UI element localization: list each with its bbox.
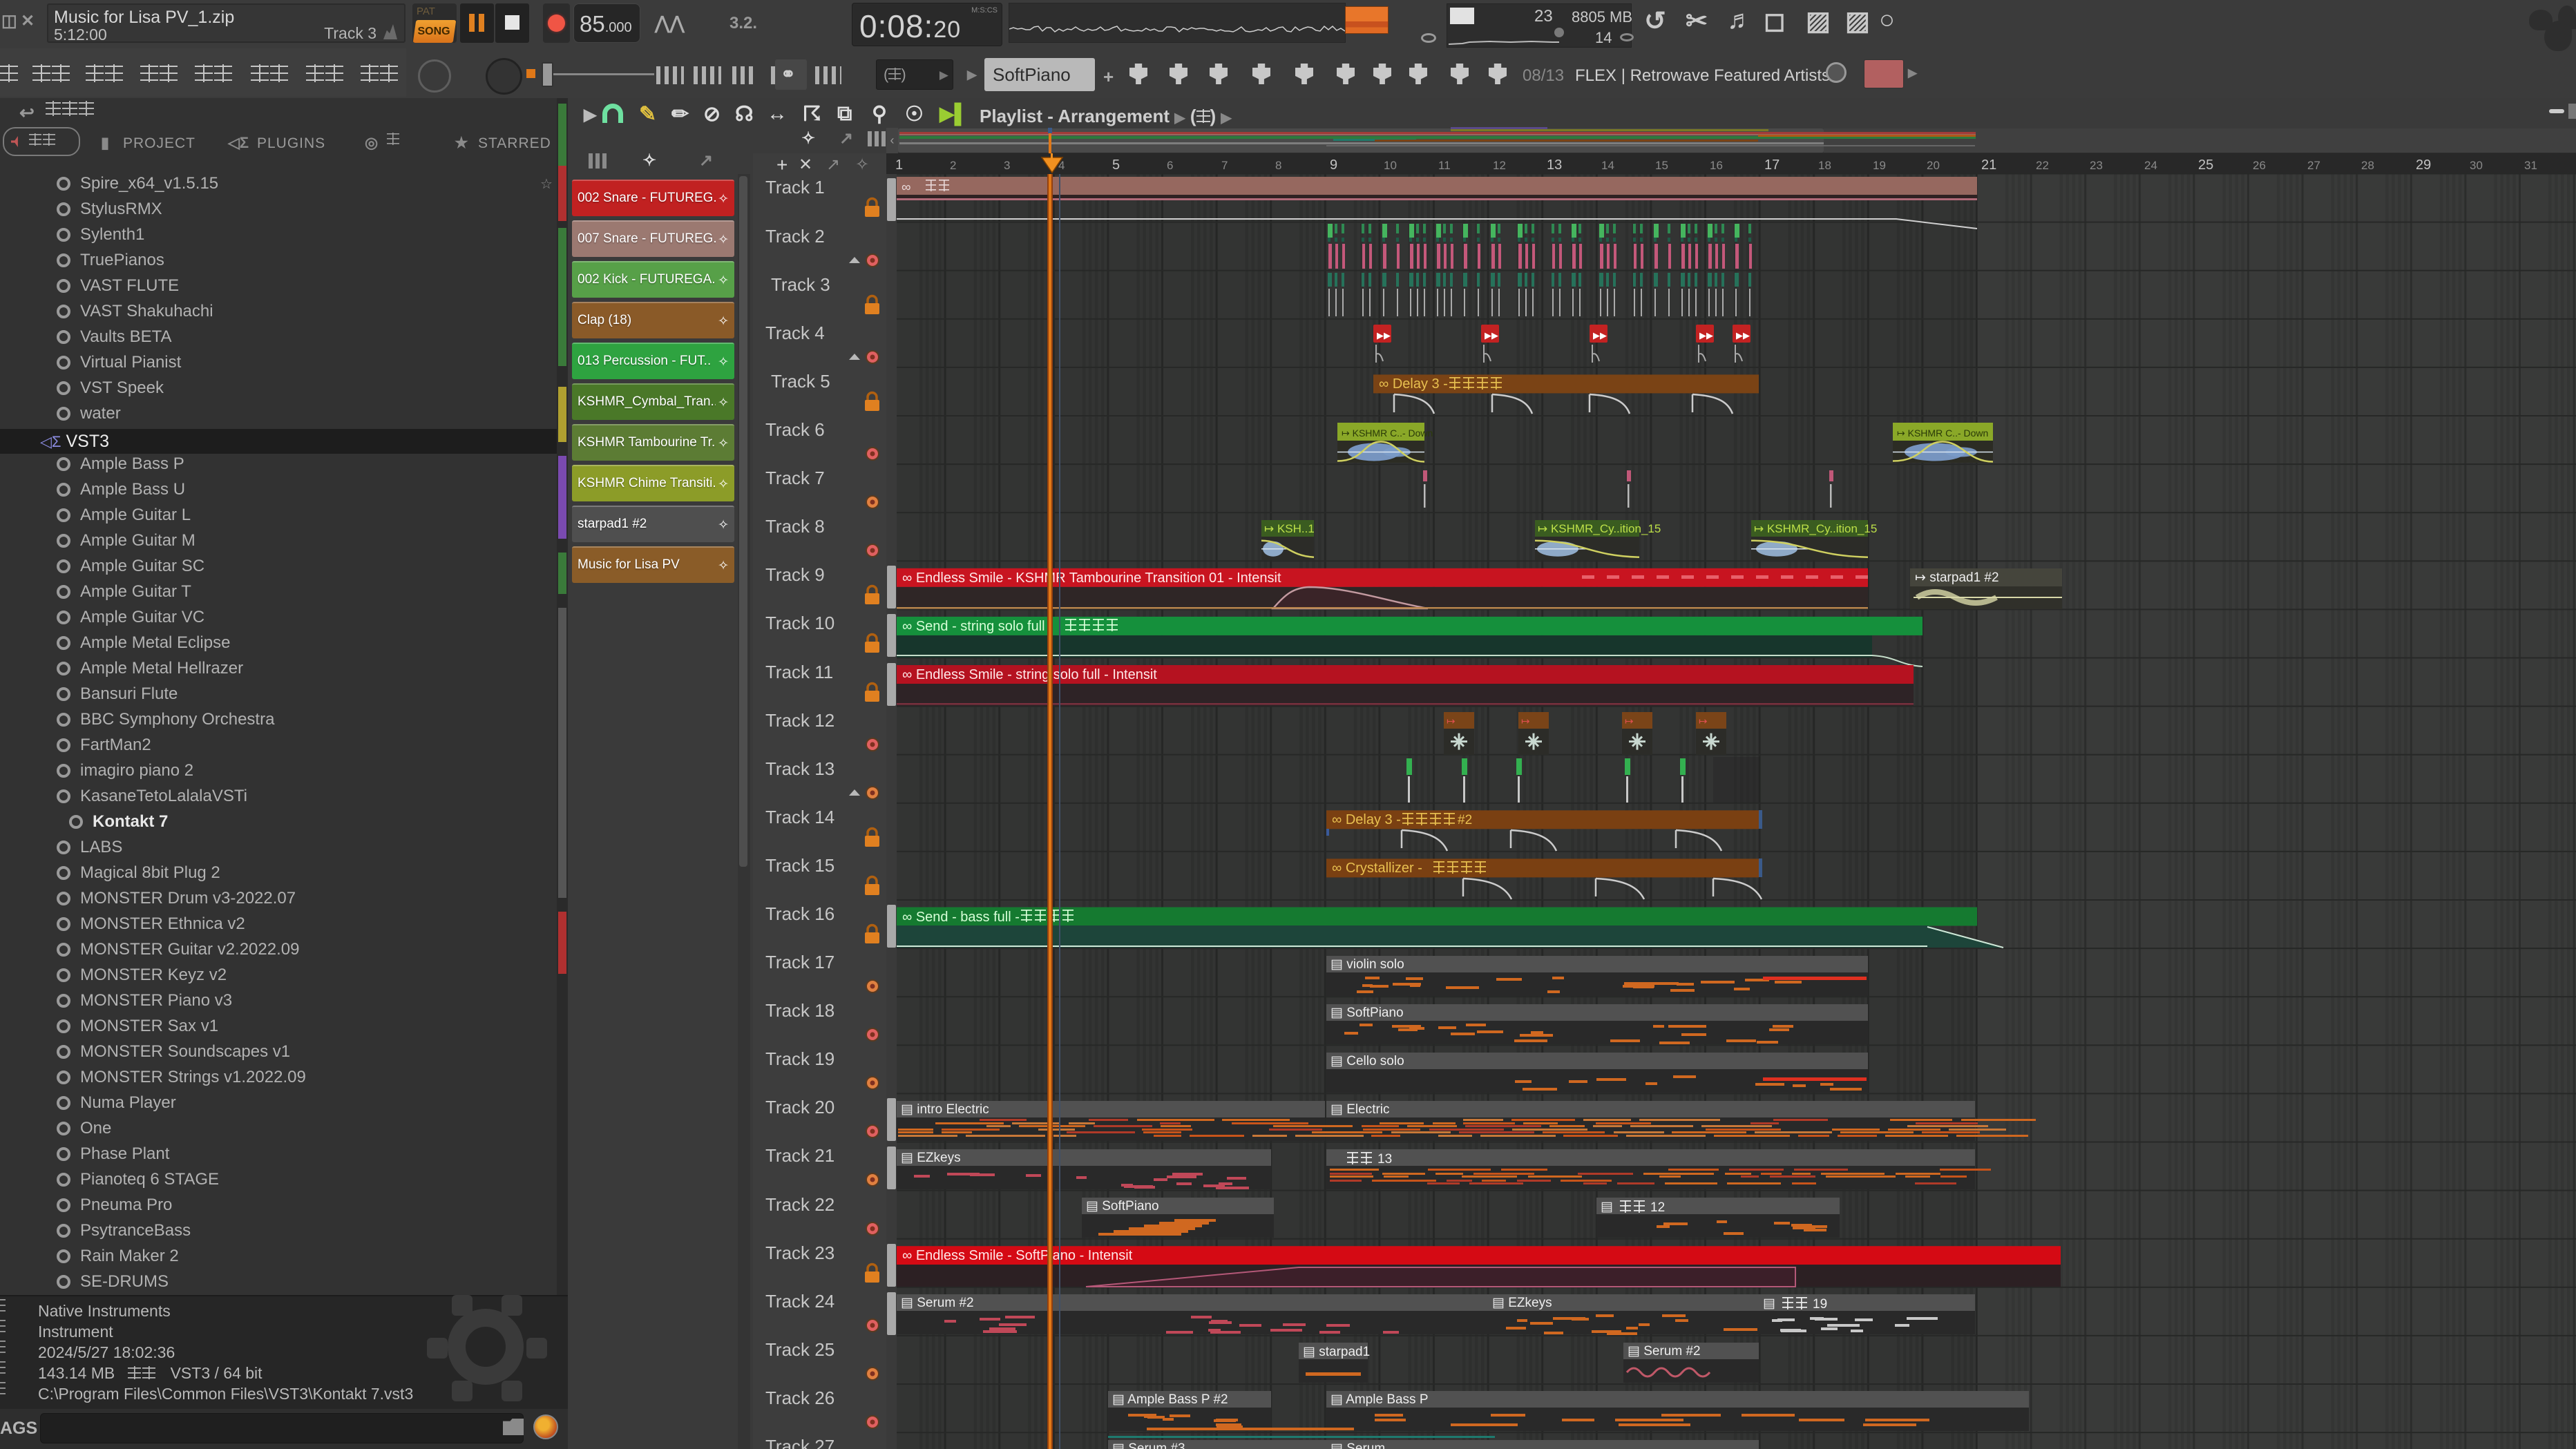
svg-text:↦: ↦: [1625, 716, 1634, 727]
svg-text:↦: ↦: [1447, 716, 1456, 727]
svg-text:Track 6: Track 6: [765, 419, 825, 440]
svg-text:▤ Ample Bass P: ▤ Ample Bass P: [1330, 1392, 1429, 1407]
svg-text:Track 7: Track 7: [765, 468, 825, 488]
svg-text:12: 12: [1650, 1200, 1665, 1215]
svg-text:▤ Ample Bass P #2: ▤ Ample Bass P #2: [1112, 1392, 1228, 1407]
svg-text:Track 20: Track 20: [765, 1097, 834, 1117]
svg-text:▤: ▤: [1601, 1200, 1613, 1214]
svg-text:13: 13: [1377, 1152, 1392, 1167]
svg-text:+: +: [776, 154, 788, 175]
svg-text:↦ KSHMR C..- Down: ↦ KSHMR C..- Down: [1897, 428, 1988, 439]
svg-text:Track 1: Track 1: [765, 177, 825, 198]
svg-text:▶▶: ▶▶: [1736, 330, 1750, 340]
svg-text:▤ Serum: ▤ Serum: [1330, 1441, 1385, 1449]
svg-text:∞ Send - bass full -: ∞ Send - bass full -: [902, 910, 1020, 925]
svg-text:Track 21: Track 21: [765, 1145, 834, 1166]
svg-text:∞ Delay 3 -: ∞ Delay 3 -: [1379, 376, 1448, 392]
svg-text:▤ Serum #2: ▤ Serum #2: [901, 1296, 974, 1310]
svg-text:Track 27: Track 27: [765, 1436, 834, 1449]
svg-text:Track 25: Track 25: [765, 1339, 834, 1360]
svg-text:Track 11: Track 11: [765, 662, 833, 682]
svg-text:↦ KSHMR_Cy..ition_15: ↦ KSHMR_Cy..ition_15: [1538, 522, 1661, 535]
svg-text:Track 17: Track 17: [765, 952, 834, 972]
svg-text:Track 18: Track 18: [765, 1000, 834, 1021]
svg-text:▤ EZkeys: ▤ EZkeys: [901, 1151, 961, 1165]
svg-text:✕: ✕: [799, 155, 812, 174]
svg-text:▤ Electric: ▤ Electric: [1330, 1102, 1390, 1117]
svg-text:Track 16: Track 16: [765, 903, 834, 924]
svg-text:Track 26: Track 26: [765, 1388, 834, 1408]
svg-text:▤ SoftPiano: ▤ SoftPiano: [1330, 1006, 1404, 1020]
svg-text:19: 19: [1813, 1297, 1827, 1312]
svg-text:✧: ✧: [855, 155, 869, 174]
svg-text:Track 19: Track 19: [765, 1048, 834, 1069]
svg-text:Track 24: Track 24: [765, 1291, 834, 1312]
svg-text:↗: ↗: [826, 155, 840, 174]
svg-text:▤ Cello solo: ▤ Cello solo: [1330, 1054, 1404, 1068]
svg-text:Track 3: Track 3: [771, 274, 830, 295]
svg-text:↦: ↦: [1699, 716, 1708, 727]
svg-text:▤ Serum #3: ▤ Serum #3: [1112, 1441, 1185, 1449]
svg-text:∞: ∞: [901, 180, 911, 195]
svg-text:↦ KSHMR_Cy..ition_15: ↦ KSHMR_Cy..ition_15: [1754, 522, 1877, 535]
svg-text:▶▶: ▶▶: [1593, 330, 1607, 340]
svg-text:Track 2: Track 2: [765, 226, 825, 247]
svg-text:▤ Serum #2: ▤ Serum #2: [1628, 1344, 1701, 1359]
svg-text:Track 23: Track 23: [765, 1242, 834, 1263]
svg-text:Track 13: Track 13: [765, 758, 834, 779]
svg-text:#2: #2: [1458, 813, 1472, 827]
svg-text:▤: ▤: [1763, 1296, 1775, 1311]
svg-text:Track 9: Track 9: [765, 564, 825, 585]
svg-text:▶▶: ▶▶: [1699, 330, 1713, 340]
svg-text:∞ Delay 3 -: ∞ Delay 3 -: [1332, 812, 1401, 827]
svg-text:∞ Endless Smile - KSHMR Tambou: ∞ Endless Smile - KSHMR Tambourine Trans…: [902, 570, 1281, 586]
svg-text:▤ EZkeys: ▤ EZkeys: [1492, 1296, 1552, 1310]
svg-text:Track 15: Track 15: [765, 855, 834, 876]
svg-text:↦ starpad1 #2: ↦ starpad1 #2: [1915, 570, 1999, 585]
svg-text:∞ Send - string solo full -: ∞ Send - string solo full -: [902, 619, 1053, 634]
svg-text:▶▶: ▶▶: [1485, 330, 1498, 340]
svg-text:Track 4: Track 4: [765, 323, 825, 343]
svg-text:∞ Crystallizer -: ∞ Crystallizer -: [1332, 861, 1422, 876]
svg-text:↦ KSH..1: ↦ KSH..1: [1264, 522, 1315, 535]
svg-text:↦: ↦: [1521, 716, 1530, 727]
svg-text:Track 14: Track 14: [765, 807, 834, 827]
svg-text:Track 12: Track 12: [765, 710, 834, 731]
svg-text:∞ Endless Smile - SoftPiano -: ∞ Endless Smile - SoftPiano - Intensit: [902, 1248, 1133, 1263]
svg-text:▤ intro Electric: ▤ intro Electric: [901, 1102, 989, 1117]
svg-text:Track 5: Track 5: [771, 371, 830, 392]
svg-text:Track 8: Track 8: [765, 516, 825, 537]
svg-text:▤ SoftPiano: ▤ SoftPiano: [1086, 1199, 1159, 1213]
svg-text:Track 10: Track 10: [765, 613, 834, 633]
svg-text:↦ KSHMR C..- Down: ↦ KSHMR C..- Down: [1342, 428, 1433, 439]
svg-text:Track 22: Track 22: [765, 1194, 834, 1215]
svg-text:▤ starpad1: ▤ starpad1: [1303, 1345, 1370, 1359]
svg-text:∞ Endless Smile - string solo: ∞ Endless Smile - string solo full - Int…: [902, 667, 1157, 682]
svg-text:▤ violin solo: ▤ violin solo: [1330, 957, 1404, 972]
svg-text:▶▶: ▶▶: [1377, 330, 1391, 340]
